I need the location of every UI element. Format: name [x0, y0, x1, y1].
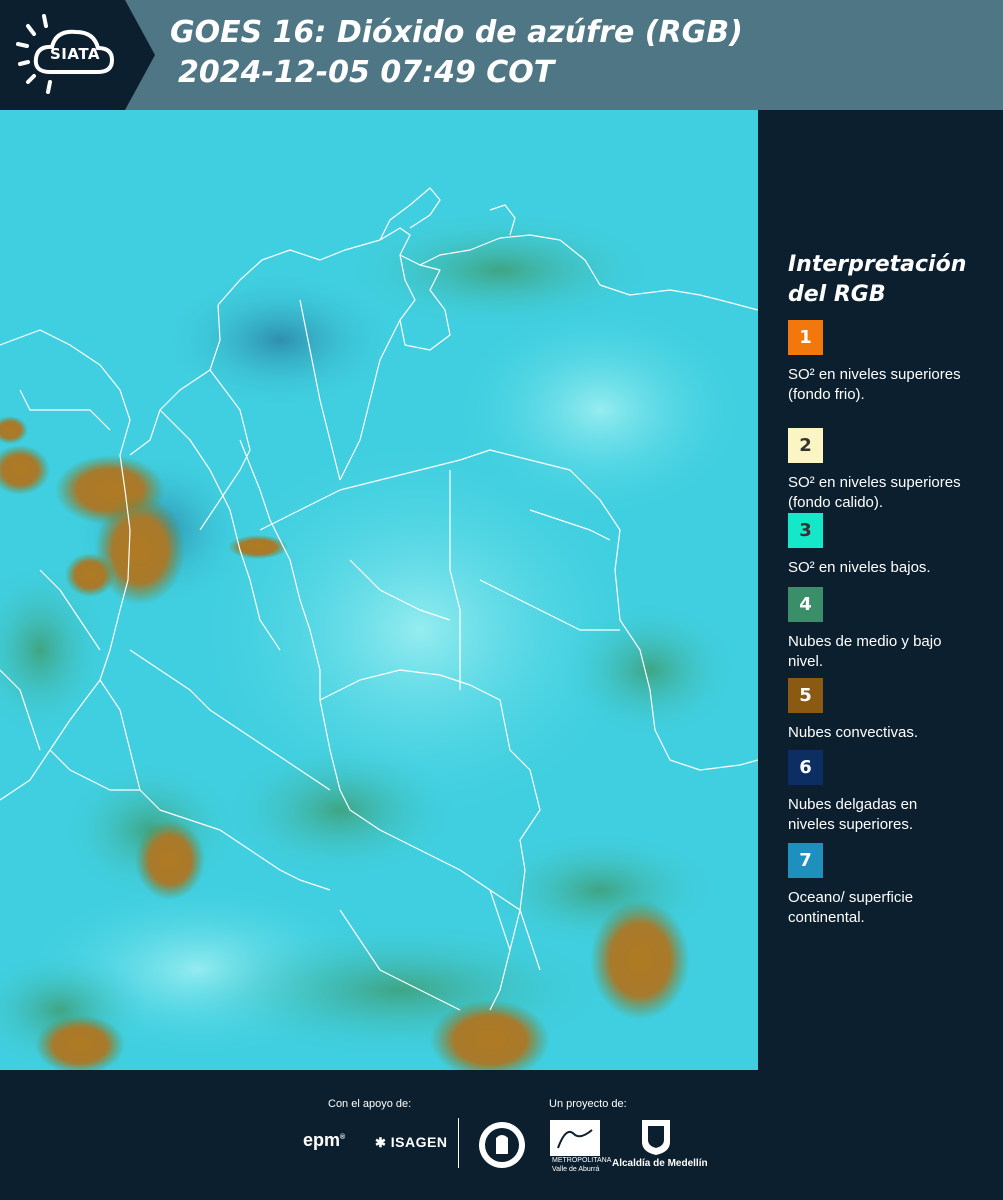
- isagen-mark-icon: ✱: [375, 1135, 387, 1150]
- page-title: GOES 16: Dióxido de azúfre (RGB): [170, 15, 743, 50]
- legend-label: Nubes de medio y bajo nivel.: [788, 633, 942, 670]
- area-line2: Valle de Aburrá: [552, 1166, 600, 1173]
- legend-label: SO² en niveles bajos.: [788, 559, 931, 576]
- isagen-logo: ✱ ISAGEN: [375, 1134, 447, 1151]
- legend-label: SO² en niveles superiores (fondo calido)…: [788, 474, 961, 511]
- legend-swatch: 1: [788, 320, 823, 355]
- footer: Con el apoyo de: Un proyecto de: epm® ✱ …: [0, 1070, 1003, 1200]
- legend-swatch: 6: [788, 750, 823, 785]
- epm-logo-text: epm: [303, 1130, 341, 1150]
- support-label: Con el apoyo de:: [328, 1098, 412, 1110]
- legend-item-6: 6 Nubes delgadas en niveles superiores.: [788, 750, 988, 835]
- legend-label: Nubes delgadas en niveles superiores.: [788, 796, 918, 833]
- epm-logo: epm®: [303, 1130, 346, 1150]
- legend-item-5: 5 Nubes convectivas.: [788, 678, 988, 743]
- legend-swatch: 4: [788, 587, 823, 622]
- timestamp: 2024-12-05 07:49 COT: [178, 55, 555, 90]
- legend-swatch: 3: [788, 513, 823, 548]
- legend-item-7: 7 Oceano/ superficie continental.: [788, 843, 988, 928]
- legend-swatch: 7: [788, 843, 823, 878]
- legend-swatch: 2: [788, 428, 823, 463]
- legend-label: Oceano/ superficie continental.: [788, 889, 914, 926]
- project-label: Un proyecto de:: [549, 1098, 627, 1110]
- legend-item-2: 2 SO² en niveles superiores (fondo calido…: [788, 428, 988, 513]
- legend-title-line2: del RGB: [788, 282, 886, 307]
- header-bar: SIATA GOES 16: Dióxido de azúfre (RGB) 2…: [0, 0, 1003, 110]
- area-line1: METROPOLITANA: [552, 1157, 612, 1164]
- alcaldia-text: Alcaldía de Medellín: [612, 1158, 708, 1169]
- legend: Interpretación del RGB 1 SO² en niveles s…: [788, 250, 993, 926]
- legend-item-3: 3 SO² en niveles bajos.: [788, 513, 988, 578]
- legend-label: Nubes convectivas.: [788, 724, 919, 741]
- satellite-map[interactable]: [0, 110, 758, 1070]
- satellite-image: [0, 110, 758, 1070]
- legend-title-line1: Interpretación: [788, 252, 967, 277]
- siata-logo-text: SIATA: [50, 45, 101, 63]
- legend-label: SO² en niveles superiores (fondo frio).: [788, 366, 961, 403]
- logo-arrow-decoration: [125, 0, 155, 110]
- legend-swatch: 5: [788, 678, 823, 713]
- footer-divider: [458, 1118, 459, 1168]
- legend-item-1: 1 SO² en niveles superiores (fondo frio).: [788, 320, 988, 405]
- legend-item-4: 4 Nubes de medio y bajo nivel.: [788, 587, 988, 672]
- isagen-logo-text: ISAGEN: [390, 1134, 448, 1150]
- area-metropolitana-logo-icon: [550, 1120, 600, 1156]
- alcaldia-shield-icon: [642, 1120, 670, 1155]
- legend-title: Interpretación del RGB: [788, 250, 993, 310]
- area-metropolitana-text: METROPOLITANA Valle de Aburrá: [552, 1156, 612, 1174]
- siata-logo: SIATA: [0, 0, 125, 110]
- medellin-seal-icon: [479, 1122, 525, 1168]
